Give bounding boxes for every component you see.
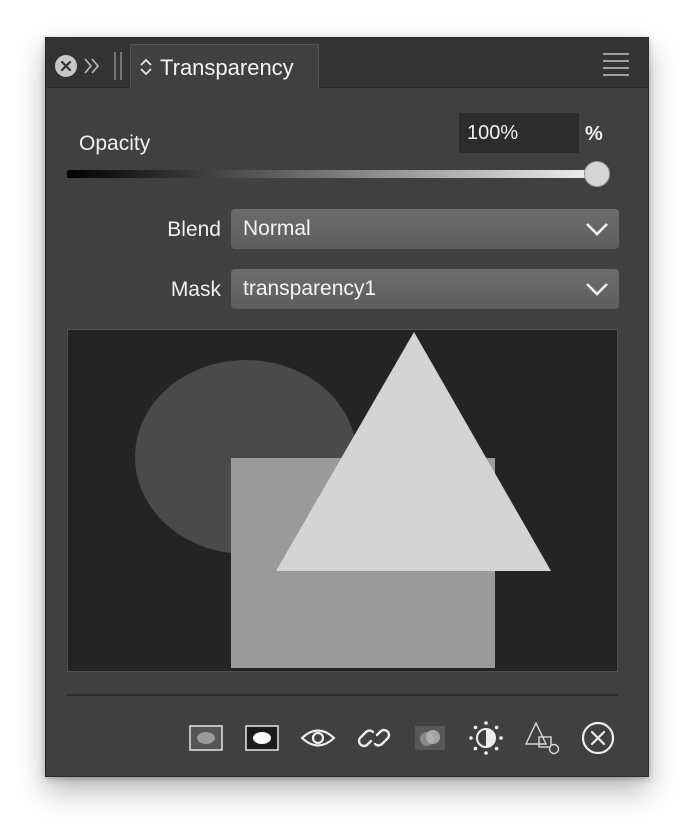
- mask-label: Mask: [170, 278, 221, 301]
- mask-dropdown[interactable]: transparency1: [231, 269, 619, 309]
- transparency-panel: Transparency Opacity 100% % Blend Normal…: [45, 37, 649, 777]
- opacity-unit-label: %: [585, 123, 603, 145]
- opacity-slider-handle[interactable]: [584, 161, 610, 187]
- mask-preview: [67, 329, 618, 672]
- chevron-down-icon: [585, 281, 609, 297]
- hamburger-menu-icon[interactable]: [602, 52, 630, 76]
- opacity-label: Opacity: [79, 132, 151, 155]
- blend-label: Blend: [167, 218, 221, 241]
- eye-icon[interactable]: [300, 720, 336, 756]
- close-panel-icon[interactable]: [55, 55, 77, 77]
- close-circle-icon[interactable]: [580, 720, 616, 756]
- drag-grip-icon[interactable]: [112, 50, 124, 82]
- blend-mode-dropdown[interactable]: Normal: [231, 209, 619, 249]
- tab-title: Transparency: [160, 55, 294, 80]
- toolbar-divider: [67, 694, 618, 696]
- mask-preview-canvas: [135, 332, 551, 668]
- chevron-down-icon: [585, 221, 609, 237]
- blend-circles-icon[interactable]: [412, 720, 448, 756]
- updown-chevron-icon: [139, 57, 153, 77]
- link-icon[interactable]: [356, 720, 392, 756]
- mask-inverted-icon[interactable]: [244, 720, 280, 756]
- blend-mode-value: Normal: [243, 217, 311, 240]
- tab-transparency[interactable]: Transparency: [130, 44, 319, 88]
- expand-chevrons-icon[interactable]: [82, 54, 102, 78]
- shapes-icon[interactable]: [524, 720, 560, 756]
- opacity-slider-track[interactable]: [67, 170, 597, 178]
- mask-value: transparency1: [243, 277, 377, 300]
- mask-layer-icon[interactable]: [188, 720, 224, 756]
- contrast-icon[interactable]: [468, 720, 504, 756]
- panel-tab-bar: Transparency: [46, 38, 648, 88]
- opacity-value: 100%: [467, 122, 519, 144]
- opacity-input[interactable]: 100%: [459, 113, 579, 153]
